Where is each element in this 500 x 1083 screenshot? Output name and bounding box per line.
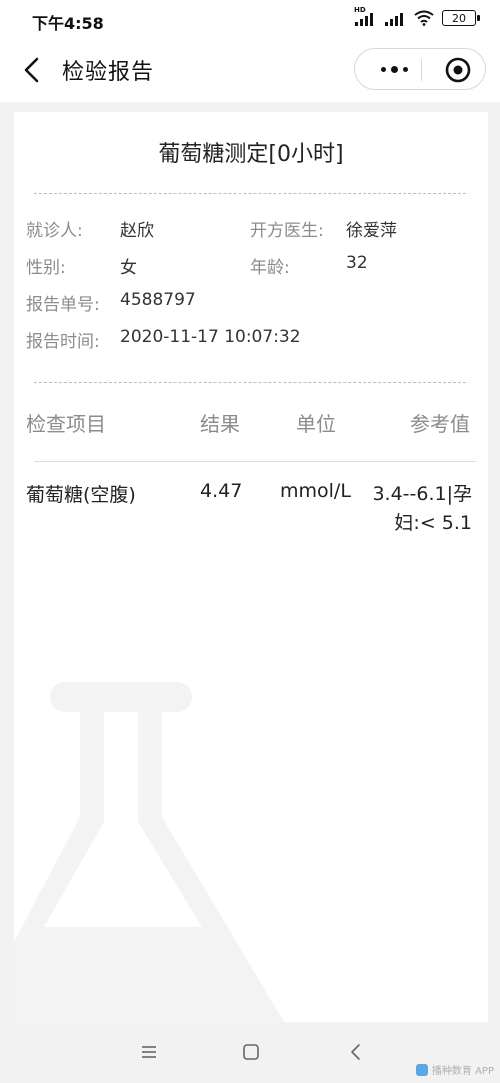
watermark-logo-icon	[415, 1063, 428, 1076]
report-card: 葡萄糖测定[0小时] 就诊人: 赵欣 开方医生: 徐爱萍 性别: 女 年龄: 3…	[14, 112, 488, 1022]
target-close-icon[interactable]	[443, 55, 473, 85]
home-square-icon[interactable]	[239, 1040, 263, 1064]
watermark-text: 播种数育 APP	[431, 1066, 494, 1077]
row-item: 葡萄糖(空腹)	[26, 484, 136, 506]
mini-program-capsule	[354, 48, 486, 90]
row-reference-line1: 3.4--6.1|孕	[372, 483, 472, 505]
doctor-label: 开方医生:	[250, 221, 324, 241]
patient-label: 就诊人:	[26, 221, 83, 241]
doctor-value: 徐爱萍	[346, 221, 397, 241]
patient-value: 赵欣	[120, 221, 154, 241]
report-no-label: 报告单号:	[26, 295, 100, 315]
report-no-value: 4588797	[120, 290, 196, 310]
header-reference: 参考值	[410, 412, 470, 436]
triangle-back-icon[interactable]	[344, 1040, 368, 1064]
watermark: 播种数育 APP	[415, 1062, 494, 1077]
row-unit: mmol/L	[280, 480, 351, 502]
system-nav-bar: 播种数育 APP	[0, 1022, 500, 1083]
capsule-divider	[421, 59, 422, 81]
signal-icon	[384, 10, 406, 26]
table-divider	[34, 461, 476, 462]
status-bar: 下午4:58 HD 20	[0, 0, 500, 40]
wifi-icon	[414, 10, 434, 26]
battery-icon: 20	[442, 10, 480, 26]
header-unit: 单位	[296, 412, 336, 436]
age-label: 年龄:	[250, 258, 290, 278]
report-time-value: 2020-11-17 10:07:32	[120, 327, 301, 347]
signal-hd-icon: HD	[354, 6, 376, 26]
row-reference-line2: 妇:< 5.1	[394, 512, 472, 534]
menu-icon[interactable]	[137, 1040, 161, 1064]
header-result: 结果	[200, 412, 240, 436]
more-dots-icon[interactable]	[369, 49, 419, 89]
divider-middle	[34, 382, 466, 383]
divider-top	[34, 193, 466, 194]
row-reference: 3.4--6.1|孕 妇:< 5.1	[362, 480, 472, 538]
gender-label: 性别:	[26, 258, 66, 278]
header-item: 检查项目	[26, 412, 106, 436]
chevron-left-icon[interactable]	[20, 54, 48, 86]
nav-bar: 检验报告	[0, 40, 500, 102]
report-title: 葡萄糖测定[0小时]	[158, 142, 344, 167]
status-time: 下午4:58	[32, 14, 104, 33]
flask-icon	[14, 682, 284, 1022]
age-value: 32	[346, 253, 368, 273]
report-time-label: 报告时间:	[26, 332, 100, 352]
row-result: 4.47	[200, 480, 243, 502]
gender-value: 女	[120, 258, 137, 278]
page-title: 检验报告	[62, 60, 155, 85]
status-icons: HD 20	[354, 6, 480, 26]
